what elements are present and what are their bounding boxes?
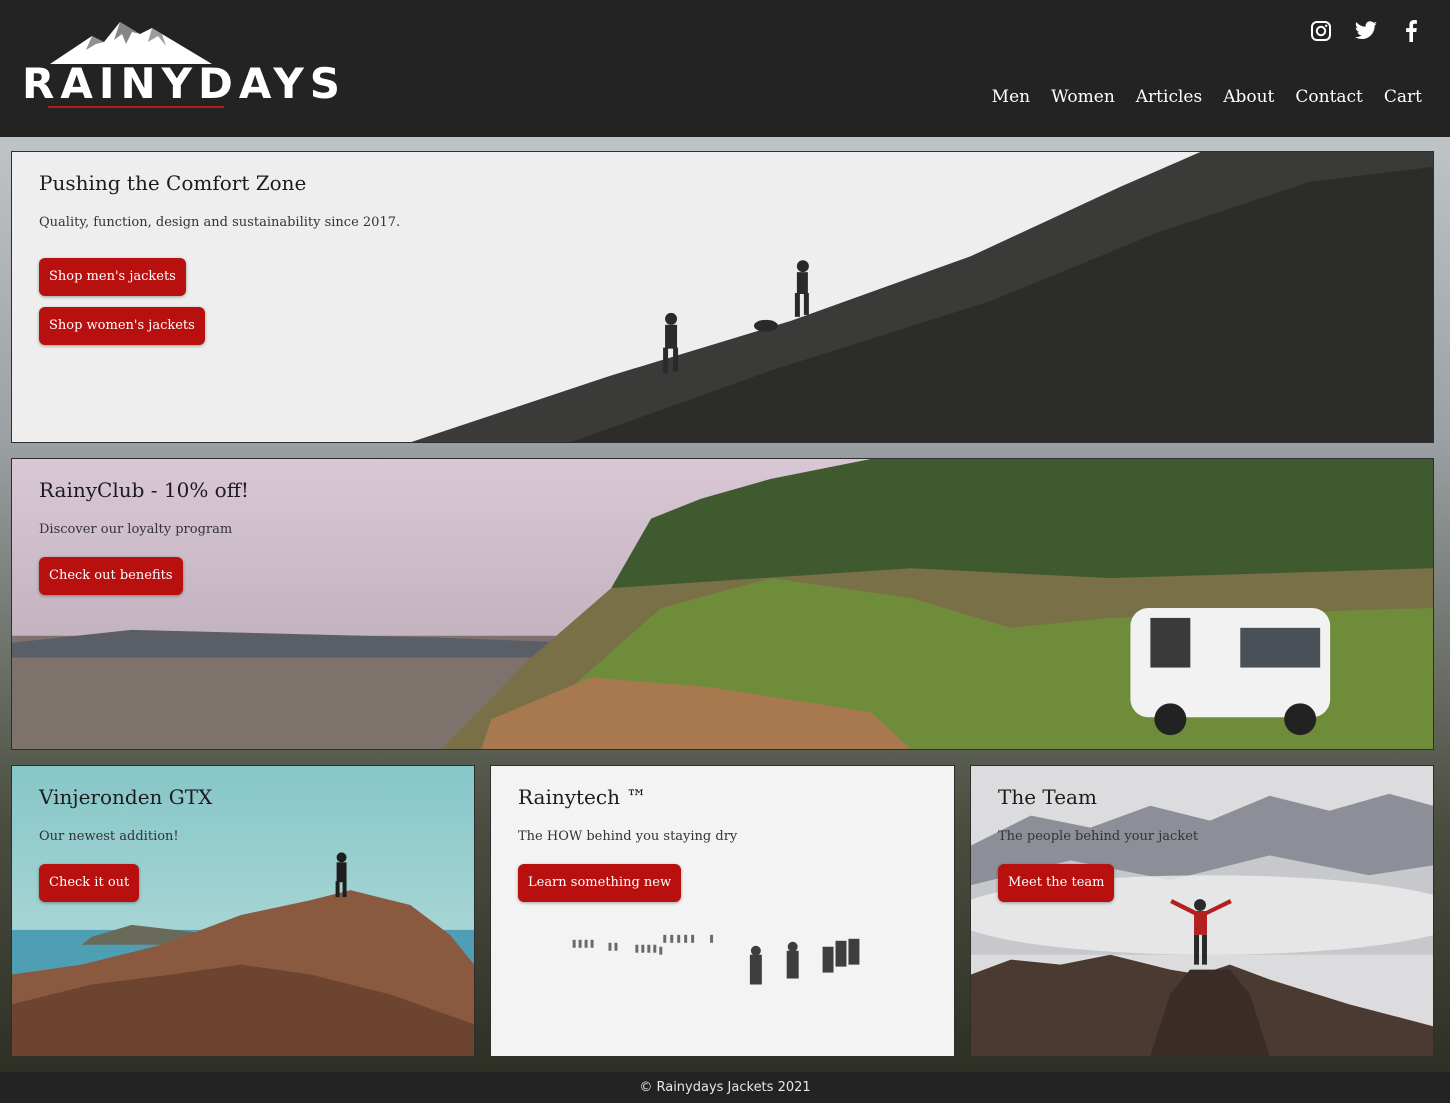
facebook-icon[interactable] [1398, 18, 1424, 44]
copyright-text: © Rainydays Jackets 2021 [639, 1080, 811, 1095]
team-subtitle: The people behind your jacket [998, 829, 1199, 844]
nav-link-about[interactable]: About [1223, 84, 1274, 110]
check-out-benefits-button[interactable]: Check out benefits [39, 557, 183, 595]
nav-link-contact[interactable]: Contact [1295, 84, 1363, 110]
rainyclub-banner: RainyClub - 10% off! Discover our loyalt… [11, 458, 1434, 750]
site-footer: © Rainydays Jackets 2021 [0, 1072, 1450, 1103]
twitter-icon[interactable] [1354, 18, 1380, 44]
shop-mens-jackets-button[interactable]: Shop men's jackets [39, 258, 186, 296]
nav-link-articles[interactable]: Articles [1136, 84, 1202, 110]
logo-underline [48, 106, 224, 108]
rainydays-logo[interactable]: RAINYDAYS [22, 20, 347, 112]
team-card: The Team The people behind your jacket M… [970, 765, 1434, 1057]
team-title: The Team [998, 785, 1097, 809]
instagram-icon[interactable] [1310, 18, 1336, 44]
logo-wordmark: RAINYDAYS [22, 59, 347, 108]
vinjeronden-title: Vinjeronden GTX [39, 785, 213, 809]
main-nav: Men Women Articles About Contact Cart [992, 84, 1422, 110]
hero-subtitle: Quality, function, design and sustainabi… [39, 215, 401, 230]
rainyclub-title: RainyClub - 10% off! [39, 478, 249, 502]
nav-link-men[interactable]: Men [992, 84, 1030, 110]
rainyclub-subtitle: Discover our loyalty program [39, 522, 233, 537]
vinjeronden-subtitle: Our newest addition! [39, 829, 179, 844]
meet-the-team-button[interactable]: Meet the team [998, 864, 1115, 902]
nav-link-cart[interactable]: Cart [1384, 84, 1422, 110]
hero-title: Pushing the Comfort Zone [39, 171, 307, 195]
social-links [1310, 18, 1424, 44]
rainytech-title: Rainytech ™ [518, 785, 647, 809]
check-it-out-button[interactable]: Check it out [39, 864, 140, 902]
nav-link-women[interactable]: Women [1051, 84, 1115, 110]
learn-something-new-button[interactable]: Learn something new [518, 864, 682, 902]
rainytech-subtitle: The HOW behind you staying dry [518, 829, 738, 844]
shop-womens-jackets-button[interactable]: Shop women's jackets [39, 307, 205, 345]
site-header: RAINYDAYS Men Women Articles About Conta… [0, 0, 1450, 137]
vinjeronden-card: Vinjeronden GTX Our newest addition! Che… [11, 765, 475, 1057]
hero-banner: Pushing the Comfort Zone Quality, functi… [11, 151, 1434, 443]
rainytech-card: Rainytech ™ The HOW behind you staying d… [490, 765, 955, 1057]
